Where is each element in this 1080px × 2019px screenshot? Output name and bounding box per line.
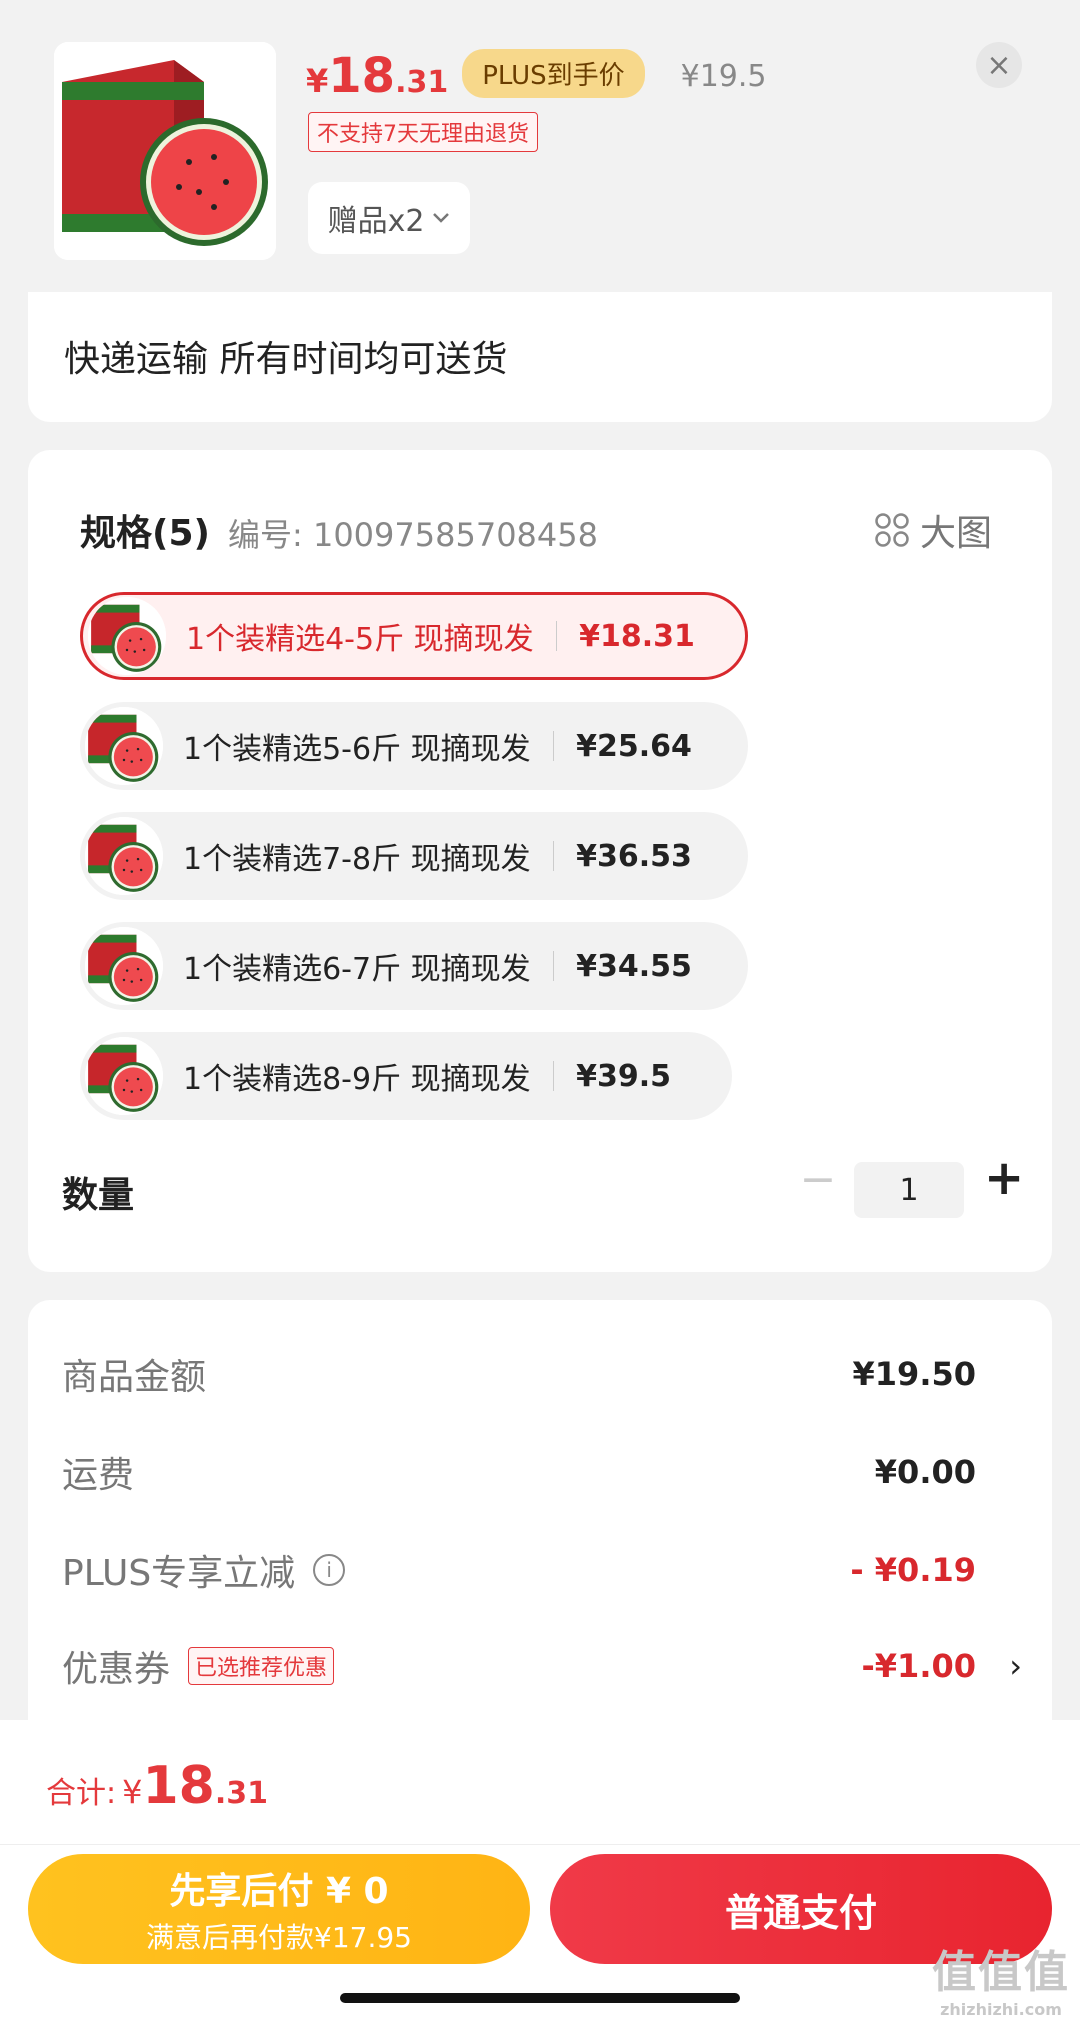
option-price: ¥34.55 [576, 948, 692, 984]
quantity-increase-button[interactable]: + [984, 1150, 1024, 1206]
grid-icon [875, 513, 909, 547]
option-divider [552, 1061, 555, 1091]
checkout-footer: 合计: ¥ 18 .31 先享后付 ¥ 0 满意后再付款¥17.95 普通支付 … [0, 1720, 1080, 2019]
plus-discount-label: PLUS专享立减 [62, 1553, 296, 1594]
current-price: ¥18.31 [306, 48, 448, 104]
quantity-input[interactable]: 1 [854, 1162, 964, 1218]
home-indicator[interactable] [340, 1993, 740, 2003]
coupon-label-group: 优惠券 已选推荐优惠 [62, 1640, 335, 1692]
plus-discount-label-group: PLUS专享立减 i [62, 1544, 346, 1596]
info-icon[interactable]: i [313, 1554, 346, 1586]
spec-option[interactable]: 1个装精选5-6斤 现摘现发 ¥25.64 [80, 702, 748, 790]
shipping-label: 运费 [62, 1455, 135, 1496]
option-label: 1个装精选7-8斤 现摘现发 [183, 842, 531, 877]
pay-later-subtitle: 满意后再付款¥17.95 [146, 1921, 412, 1954]
shipping-value: ¥0.00 [874, 1453, 976, 1491]
option-thumbnail [85, 817, 163, 895]
option-label: 1个装精选6-7斤 现摘现发 [183, 952, 531, 987]
shipping-row: 运费 ¥0.00 [62, 1446, 976, 1498]
gift-button-label: 赠品x2 [327, 204, 425, 239]
order-total: 合计: ¥ 18 .31 [46, 1756, 268, 1816]
plus-discount-row: PLUS专享立减 i - ¥0.19 [62, 1544, 976, 1596]
product-code: 编号: 10097585708458 [228, 516, 598, 554]
goods-amount-value: ¥19.50 [852, 1355, 976, 1393]
price-currency: ¥ [306, 62, 329, 100]
plus-discount-value: - ¥0.19 [850, 1551, 976, 1589]
spec-option[interactable]: 1个装精选8-9斤 现摘现发 ¥39.5 [80, 1032, 732, 1120]
option-thumbnail [85, 707, 163, 785]
option-label: 1个装精选4-5斤 现摘现发 [186, 622, 534, 657]
price-summary-card: 商品金额 ¥19.50 运费 ¥0.00 PLUS专享立减 i - ¥0.19 … [28, 1300, 1052, 1720]
option-thumbnail [85, 927, 163, 1005]
option-price: ¥39.5 [576, 1058, 672, 1094]
chevron-down-icon [433, 213, 450, 223]
option-label: 1个装精选5-6斤 现摘现发 [183, 732, 531, 767]
watermark: 值值值 zhizhizhi.com [928, 1936, 1074, 2019]
no-return-badge: 不支持7天无理由退货 [308, 112, 538, 152]
option-divider [552, 951, 555, 981]
plus-price-tag: PLUS到手价 [462, 49, 645, 98]
spec-title: 规格(5) [80, 513, 210, 554]
goods-amount-label: 商品金额 [62, 1357, 207, 1398]
product-header: ¥18.31 PLUS到手价 ¥19.5 不支持7天无理由退货 赠品x2 × [0, 0, 1080, 292]
option-divider [552, 841, 555, 871]
big-picture-button[interactable]: 大图 [874, 504, 992, 556]
gift-button[interactable]: 赠品x2 [308, 182, 470, 254]
pay-later-title: 先享后付 ¥ 0 [169, 1871, 389, 1912]
product-thumbnail[interactable] [54, 42, 276, 260]
option-thumbnail [88, 597, 166, 675]
price-row: ¥18.31 PLUS到手价 ¥19.5 [306, 48, 767, 106]
normal-pay-label: 普通支付 [724, 1890, 877, 1935]
big-picture-label: 大图 [920, 513, 993, 554]
goods-amount-row: 商品金额 ¥19.50 [62, 1348, 976, 1400]
spec-option[interactable]: 1个装精选4-5斤 现摘现发 ¥18.31 [80, 592, 748, 680]
quantity-label: 数量 [62, 1175, 135, 1216]
price-integer: 18 [328, 48, 396, 104]
watermelon-image [54, 42, 276, 260]
delivery-card: 快递运输 所有时间均可送货 [28, 270, 1052, 422]
delivery-text[interactable]: 快递运输 所有时间均可送货 [64, 330, 507, 382]
total-currency: ¥ [122, 1773, 143, 1811]
coupon-label: 优惠券 [62, 1649, 171, 1690]
option-price: ¥25.64 [576, 728, 692, 764]
spec-card: 规格(5) 编号: 10097585708458 大图 1个装精选4-5斤 现摘… [28, 450, 1052, 1272]
spec-option[interactable]: 1个装精选7-8斤 现摘现发 ¥36.53 [80, 812, 748, 900]
watermark-logo-text: 值值值 [932, 1947, 1070, 1998]
option-label: 1个装精选8-9斤 现摘现发 [183, 1062, 531, 1097]
footer-divider [0, 1844, 1080, 1845]
spec-option[interactable]: 1个装精选6-7斤 现摘现发 ¥34.55 [80, 922, 748, 1010]
option-divider [552, 731, 555, 761]
total-decimal: .31 [214, 1776, 268, 1811]
coupon-recommended-tag: 已选推荐优惠 [188, 1647, 335, 1685]
watermark-url: zhizhizhi.com [940, 2000, 1062, 2019]
coupon-row[interactable]: 优惠券 已选推荐优惠 -¥1.00 › [62, 1640, 1022, 1692]
price-decimal: .31 [395, 65, 449, 100]
option-price: ¥18.31 [579, 618, 695, 654]
total-integer: 18 [142, 1756, 215, 1816]
pay-later-button[interactable]: 先享后付 ¥ 0 满意后再付款¥17.95 [28, 1854, 530, 1964]
coupon-value: -¥1.00 [861, 1647, 977, 1685]
chevron-right-icon: › [1009, 1647, 1022, 1685]
option-divider [555, 621, 558, 651]
close-button[interactable]: × [976, 42, 1022, 88]
option-price: ¥36.53 [576, 838, 692, 874]
total-label: 合计: [46, 1776, 117, 1811]
option-thumbnail [85, 1037, 163, 1115]
original-price: ¥19.5 [680, 59, 767, 94]
quantity-decrease-button[interactable]: − [798, 1154, 838, 1205]
close-icon: × [986, 47, 1012, 83]
